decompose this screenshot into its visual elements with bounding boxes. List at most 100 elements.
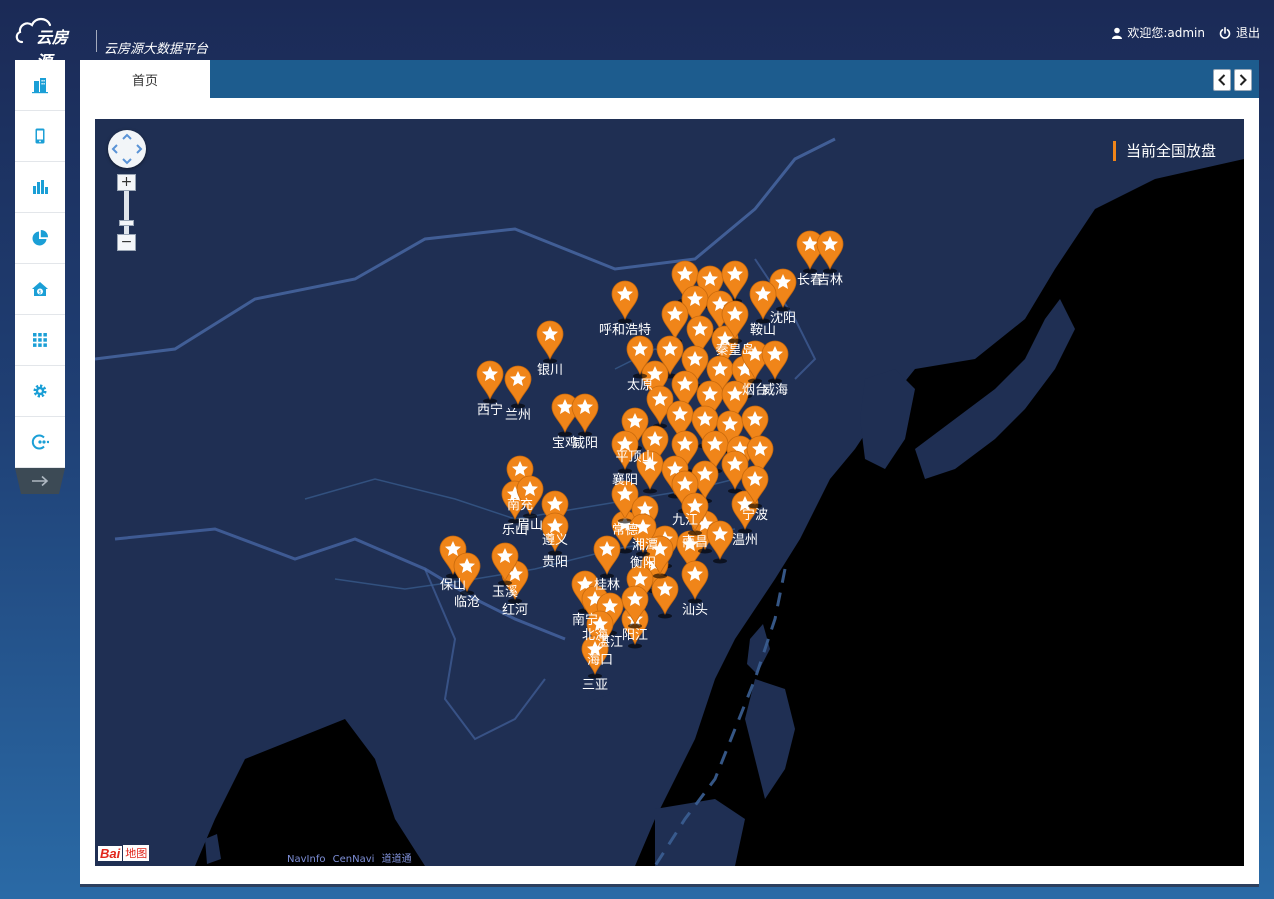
user-area: 欢迎您:admin 退出 bbox=[1111, 24, 1260, 41]
app-logo[interactable]: 云房源 云房源大数据平台 bbox=[14, 12, 208, 71]
city-marker[interactable] bbox=[681, 560, 709, 604]
city-label: 临沧 bbox=[454, 594, 480, 610]
city-label: 湛江 bbox=[597, 635, 623, 650]
tab-bar: 首页 bbox=[80, 60, 1259, 98]
city-marker[interactable] bbox=[504, 365, 532, 409]
sidebar-toggle[interactable] bbox=[15, 468, 65, 494]
tab-prev-button[interactable] bbox=[1213, 69, 1231, 91]
phone-icon bbox=[35, 128, 45, 144]
city-label: 汕头 bbox=[682, 603, 708, 618]
sidebar: $ bbox=[15, 60, 65, 494]
city-label: 湘潭 bbox=[632, 538, 658, 553]
attribution-cennavi: CenNavi bbox=[332, 854, 375, 865]
city-label: 秦皇岛 bbox=[715, 342, 754, 358]
city-label: 阳江 bbox=[622, 628, 648, 643]
platform-subtitle: 云房源大数据平台 bbox=[104, 42, 209, 57]
map-pan-control[interactable] bbox=[108, 130, 146, 168]
city-marker[interactable] bbox=[816, 230, 844, 274]
city-label: 襄阳 bbox=[612, 472, 638, 488]
city-label: 红河 bbox=[502, 602, 528, 618]
city-marker[interactable] bbox=[611, 280, 639, 324]
city-marker[interactable] bbox=[536, 320, 564, 364]
city-marker[interactable] bbox=[761, 340, 789, 384]
city-label: 海口 bbox=[587, 653, 613, 668]
logout-button[interactable]: 退出 bbox=[1219, 24, 1260, 41]
gear-icon bbox=[33, 384, 47, 398]
city-label: 西宁 bbox=[477, 402, 503, 418]
bar-chart-icon bbox=[33, 180, 48, 194]
baidu-logo-suffix: 地图 bbox=[123, 845, 150, 861]
sidebar-item-mobile[interactable] bbox=[15, 111, 65, 162]
sidebar-item-settings[interactable] bbox=[15, 366, 65, 417]
svg-text:$: $ bbox=[38, 289, 41, 295]
city-label: 九江 bbox=[672, 513, 698, 528]
listing-marker[interactable] bbox=[706, 520, 734, 564]
attribution-navinfo: NavInfo bbox=[287, 854, 326, 865]
network-icon bbox=[31, 434, 49, 450]
city-label: 玉溪 bbox=[492, 585, 518, 600]
city-label: 常德 bbox=[612, 523, 638, 538]
city-markers-layer: 长春吉林沈阳鞍山呼和浩特秦皇岛烟台威海银川西宁 兰州宝鸡咸阳太原平顶山襄阳南充乐山… bbox=[439, 230, 844, 693]
arrow-right-icon bbox=[32, 475, 49, 487]
attribution-daodaotong: 道道通 bbox=[381, 854, 412, 865]
city-label: 咸阳 bbox=[572, 436, 598, 451]
logo-divider bbox=[96, 30, 97, 52]
city-label: 南宁 bbox=[572, 612, 598, 628]
city-label: 鞍山 bbox=[750, 322, 776, 338]
city-label: 衡阳 bbox=[630, 556, 656, 571]
city-marker[interactable] bbox=[593, 535, 621, 579]
pan-arrows-icon bbox=[111, 133, 143, 165]
city-label: 桂林 bbox=[594, 578, 620, 593]
city-label: 银川 bbox=[537, 363, 563, 378]
user-icon bbox=[1112, 27, 1123, 39]
sidebar-item-buildings[interactable] bbox=[15, 60, 65, 111]
map-view[interactable]: 长春 吉林 沈阳 鞍山 呼和浩特 秦皇岛 烟台 威海 银川 西宁 兰州 宝鸡 咸阳 太原 平顶山 襄阳 南充 乐山… bbox=[95, 119, 1244, 866]
tab-next-button[interactable] bbox=[1234, 69, 1252, 91]
zoom-in-button[interactable]: + bbox=[117, 174, 136, 191]
grid-icon bbox=[33, 333, 47, 347]
city-label: 遵义 bbox=[542, 532, 568, 548]
city-label: 温州 bbox=[732, 533, 758, 548]
sidebar-item-analysis[interactable] bbox=[15, 213, 65, 264]
zoom-track[interactable] bbox=[124, 191, 129, 234]
city-label: 南昌 bbox=[682, 534, 708, 550]
pie-chart-icon bbox=[32, 229, 49, 246]
city-label: 威海 bbox=[762, 383, 788, 398]
city-label: 呼和浩特 bbox=[599, 323, 651, 338]
city-label: 吉林 bbox=[817, 273, 843, 288]
chevron-right-icon bbox=[1239, 74, 1247, 86]
listing-marker[interactable] bbox=[651, 575, 679, 619]
zoom-out-button[interactable]: − bbox=[117, 234, 136, 251]
zoom-handle[interactable] bbox=[119, 220, 134, 226]
city-label: 贵阳 bbox=[542, 555, 568, 570]
chevron-left-icon bbox=[1218, 74, 1226, 86]
power-icon bbox=[1219, 26, 1231, 39]
logout-label: 退出 bbox=[1235, 26, 1260, 40]
city-label: 保山 bbox=[440, 578, 466, 593]
city-label: 太原 bbox=[627, 378, 653, 393]
city-label: 宁波 bbox=[742, 507, 768, 523]
sidebar-item-apps[interactable] bbox=[15, 315, 65, 366]
city-label: 眉山 bbox=[517, 518, 543, 533]
map-zoom-control: + − bbox=[117, 174, 137, 254]
tab-home[interactable]: 首页 bbox=[80, 60, 210, 98]
baidu-map-logo[interactable]: Bai 地图 bbox=[98, 845, 150, 861]
map-attribution: NavInfo CenNavi 道道通 bbox=[287, 850, 412, 865]
city-marker[interactable] bbox=[571, 393, 599, 437]
city-label: 南充 bbox=[507, 497, 533, 513]
main-panel: 首页 长春 吉林 沈阳 鞍山 呼和浩特 秦皇岛 烟台 威海 银川 西宁 兰州 宝… bbox=[80, 60, 1259, 887]
sidebar-item-network[interactable] bbox=[15, 417, 65, 468]
cloud-logo-icon: 云房源 bbox=[14, 12, 78, 71]
city-label: 三亚 bbox=[582, 678, 608, 693]
sidebar-item-statistics[interactable] bbox=[15, 162, 65, 213]
house-money-icon: $ bbox=[32, 282, 48, 296]
city-label: 平顶山 bbox=[615, 450, 654, 465]
map-title: 当前全国放盘 bbox=[1112, 141, 1216, 161]
sidebar-item-housing[interactable]: $ bbox=[15, 264, 65, 315]
city-label: 兰州 bbox=[505, 408, 531, 423]
baidu-logo-text: Bai bbox=[98, 845, 123, 861]
building-icon bbox=[32, 78, 48, 94]
city-marker[interactable] bbox=[476, 360, 504, 404]
welcome-text: 欢迎您:admin bbox=[1127, 26, 1205, 40]
header: 云房源 云房源大数据平台 欢迎您:admin 退出 bbox=[0, 0, 1274, 71]
